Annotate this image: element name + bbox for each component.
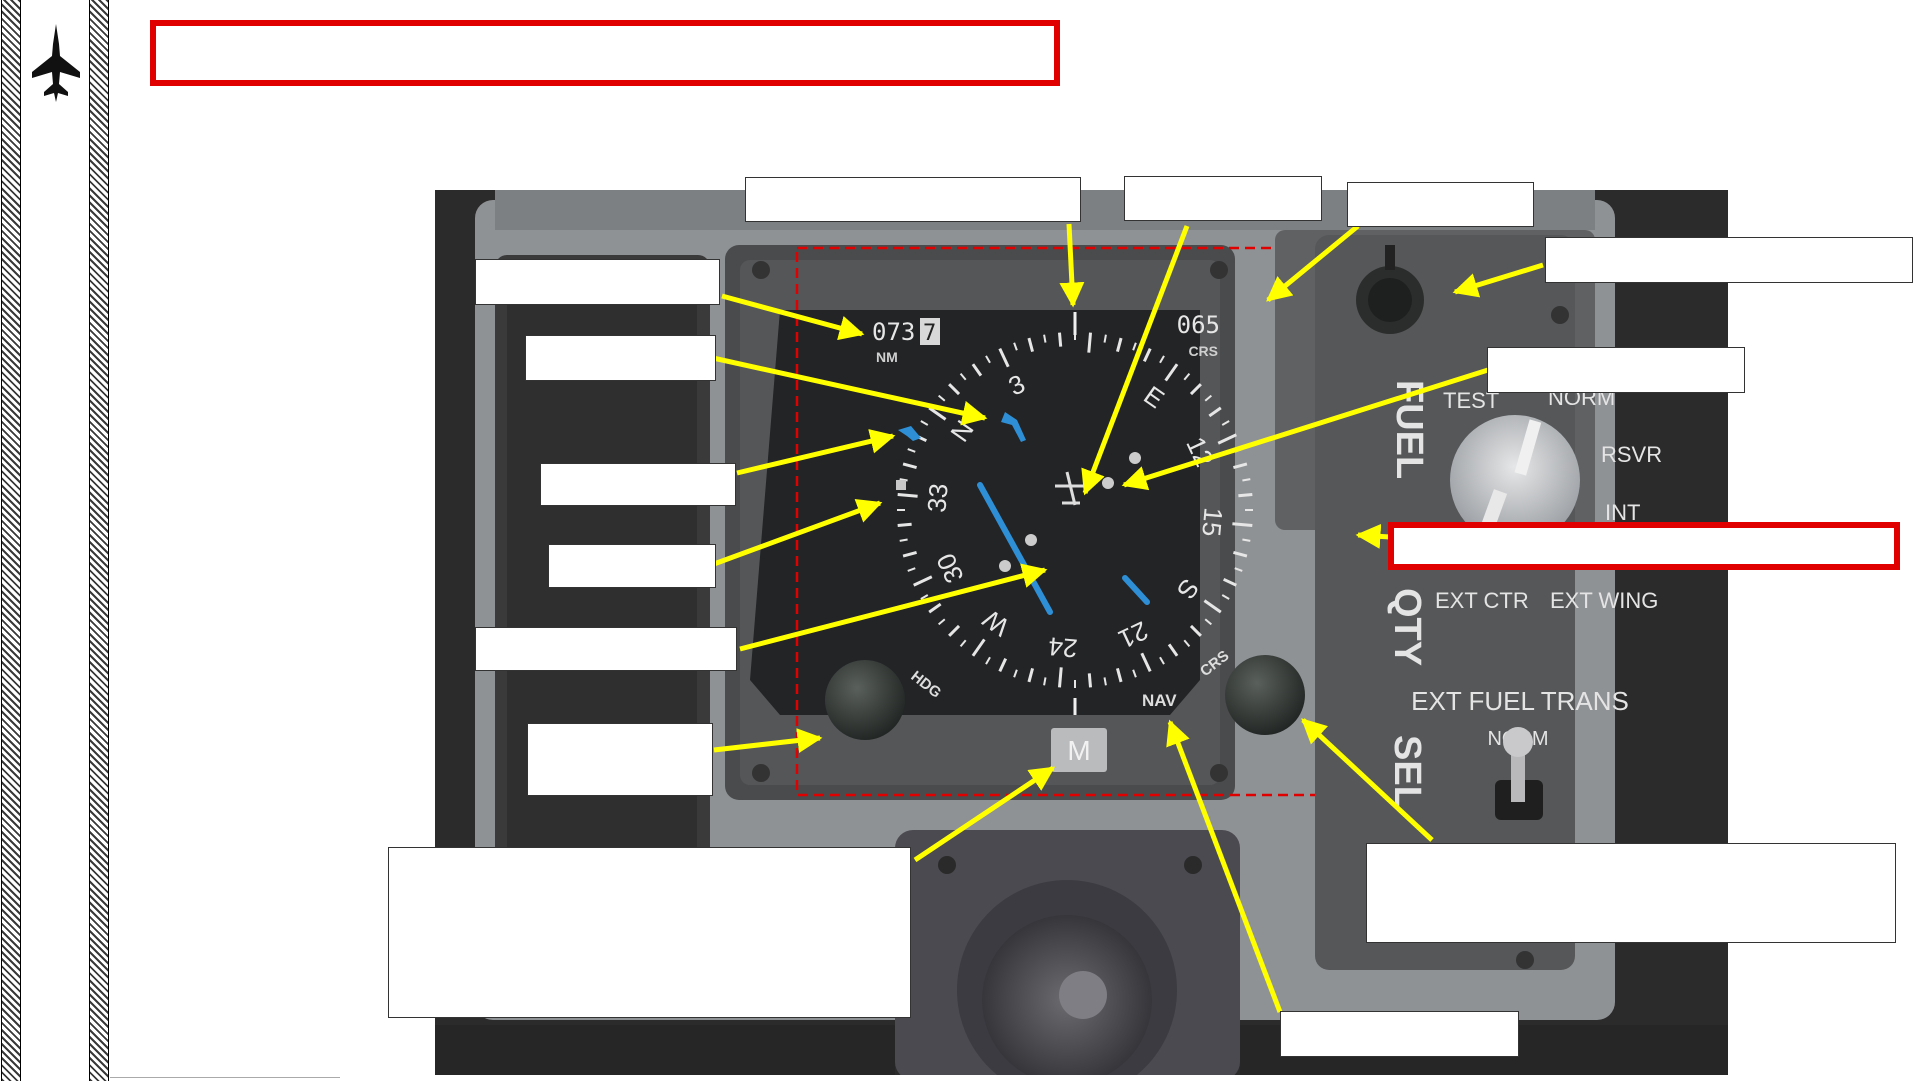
heading-knob[interactable] xyxy=(825,660,905,740)
course-unit: CRS xyxy=(1188,343,1218,359)
callout-box xyxy=(1124,176,1322,221)
course-knob[interactable] xyxy=(1225,655,1305,735)
callout-box xyxy=(745,177,1081,222)
compass-tick xyxy=(1043,677,1047,686)
footer-rule xyxy=(110,1077,340,1078)
compass-tick xyxy=(1103,334,1107,343)
callout-box xyxy=(475,627,737,671)
nav-label: NAV xyxy=(1142,691,1177,710)
callout-box xyxy=(1545,237,1913,283)
screw-icon xyxy=(1210,764,1228,782)
page-title xyxy=(150,20,1060,86)
deviation-dot xyxy=(1025,534,1037,546)
compass-tick xyxy=(897,492,918,498)
deviation-dot xyxy=(999,560,1011,572)
compass-tick xyxy=(1232,522,1253,528)
course-readout: 065 xyxy=(1177,311,1220,339)
compass-label: 33 xyxy=(921,482,953,513)
right-hatch-border xyxy=(89,0,109,1081)
compass-tick xyxy=(1087,332,1093,353)
compass-tick xyxy=(1103,677,1107,686)
screw-icon xyxy=(752,261,770,279)
compass-tick xyxy=(1087,673,1093,688)
svg-text:QTY: QTY xyxy=(1386,588,1428,666)
deviation-dot xyxy=(1129,452,1141,464)
deviation-dot xyxy=(1102,477,1114,489)
fuel-section-title xyxy=(1388,522,1900,570)
screw-icon xyxy=(1184,856,1202,874)
svg-text:SEL: SEL xyxy=(1386,735,1428,809)
distance-last-digit: 7 xyxy=(923,321,936,346)
distance-unit: NM xyxy=(876,349,898,365)
compass-label: 24 xyxy=(1047,631,1078,663)
callout-box xyxy=(548,544,716,588)
callout-box xyxy=(540,463,736,506)
screw-icon xyxy=(1516,951,1534,969)
left-hatch-border xyxy=(1,0,21,1081)
fuel-pos-ext-ctr: EXT CTR xyxy=(1435,588,1529,613)
callout-box xyxy=(1347,182,1534,227)
compass-tick xyxy=(897,522,912,528)
ext-fuel-trans-label: EXT FUEL TRANS xyxy=(1411,686,1629,716)
fuel-qty-sel-label: FUEL QTY SEL xyxy=(1386,380,1430,809)
compass-tick xyxy=(1242,538,1251,542)
screw-icon xyxy=(752,764,770,782)
callout-box xyxy=(525,335,716,381)
compass-tick xyxy=(1238,492,1253,498)
compass-tick xyxy=(1043,334,1047,343)
screw-icon xyxy=(1210,261,1228,279)
compass-tick xyxy=(1057,667,1063,688)
fuel-pos-ext-wing: EXT WING xyxy=(1550,588,1658,613)
screw-icon xyxy=(938,856,956,874)
callout-box xyxy=(388,847,911,1018)
screw-icon xyxy=(1551,306,1569,324)
callout-box xyxy=(527,723,713,796)
distance-readout: 073 xyxy=(872,318,915,346)
mode-button-label[interactable]: M xyxy=(1067,735,1090,766)
callout-box xyxy=(1280,1011,1519,1057)
callout-box xyxy=(1366,843,1896,943)
bearing-pointer-tail xyxy=(896,480,906,490)
svg-text:FUEL: FUEL xyxy=(1388,380,1430,479)
compass-tick xyxy=(899,538,908,542)
compass-tick xyxy=(1242,478,1251,482)
compass-label: 15 xyxy=(1196,506,1228,537)
fuel-pos-rsvr: RSVR xyxy=(1601,442,1662,467)
jet-icon xyxy=(32,24,80,102)
callout-box xyxy=(475,259,720,305)
callout-box xyxy=(1487,347,1745,393)
compass-tick xyxy=(1057,332,1063,347)
